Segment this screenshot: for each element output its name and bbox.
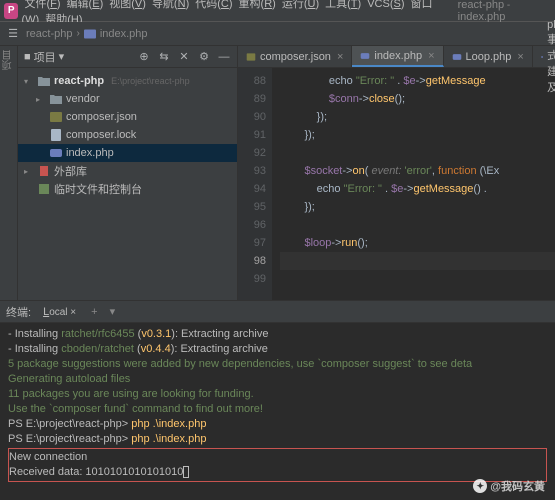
close-tab-icon: × bbox=[428, 50, 434, 62]
breadcrumb-project[interactable]: react-php bbox=[26, 28, 72, 40]
tree-node[interactable]: 临时文件和控制台 bbox=[18, 180, 237, 198]
window-title: react-php - index.php bbox=[458, 0, 551, 23]
project-sidebar: ■ 项目 ▾ ⊕ ⇆ ✕ ⚙ — ▾ react-phpE:\project\r… bbox=[18, 46, 238, 300]
terminal-title: 终端: bbox=[6, 304, 31, 320]
tree-node[interactable]: composer.json bbox=[18, 108, 237, 126]
terminal-panel: 终端: Local × + ▾ - Installing ratchet/rfc… bbox=[0, 300, 555, 500]
project-tree[interactable]: ▾ react-phpE:\project\react-php ▸ vendor… bbox=[18, 68, 237, 300]
tree-node[interactable]: index.php bbox=[18, 144, 237, 162]
menu-item[interactable]: 重构(R) bbox=[236, 0, 279, 12]
menu-item[interactable]: 文件(F) bbox=[21, 0, 63, 12]
menu-item[interactable]: 导航(N) bbox=[149, 0, 192, 12]
menu-item[interactable]: 代码(C) bbox=[192, 0, 235, 12]
terminal-output[interactable]: - Installing ratchet/rfc6455 (v0.3.1): E… bbox=[0, 323, 555, 500]
code-content[interactable]: echo "Error: " . $e->getMessage $conn->c… bbox=[272, 68, 555, 300]
editor-tab[interactable]: composer.json× bbox=[238, 46, 352, 67]
toolbar: ☰ react-php › index.php bbox=[0, 22, 555, 46]
sidebar-title: ■ 项目 ▾ bbox=[24, 49, 131, 65]
menubar: P 文件(F)编辑(E)视图(V)导航(N)代码(C)重构(R)运行(U)工具(… bbox=[0, 0, 555, 22]
editor-tabs: composer.json× index.php× Loop.php× php事… bbox=[238, 46, 555, 68]
watermark-icon: ✦ bbox=[473, 479, 487, 493]
menu-item[interactable]: VCS(S) bbox=[364, 0, 407, 12]
menu-item[interactable]: 运行(U) bbox=[279, 0, 322, 12]
terminal-tab-local[interactable]: Local × bbox=[37, 305, 82, 319]
editor-area: composer.json× index.php× Loop.php× php事… bbox=[238, 46, 555, 300]
editor-tab[interactable]: Loop.php× bbox=[444, 46, 533, 67]
code-editor[interactable]: 888990919293949596979899 echo "Error: " … bbox=[238, 68, 555, 300]
hide-icon[interactable]: — bbox=[217, 50, 231, 64]
tree-node[interactable]: ▸ 外部库 bbox=[18, 162, 237, 180]
sidebar-header: ■ 项目 ▾ ⊕ ⇆ ✕ ⚙ — bbox=[18, 46, 237, 68]
php-file-icon bbox=[84, 28, 96, 40]
close-tab-icon: × bbox=[337, 51, 343, 63]
app-logo: P bbox=[4, 3, 18, 19]
left-tool-rail: 项目 bbox=[0, 46, 18, 300]
terminal-dropdown-icon[interactable]: ▾ bbox=[107, 305, 119, 318]
breadcrumb: react-php › index.php bbox=[26, 28, 148, 40]
watermark: ✦ @我码玄黄 bbox=[473, 478, 545, 494]
menu-item[interactable]: 视图(V) bbox=[106, 0, 149, 12]
settings-icon[interactable]: ⚙ bbox=[197, 50, 211, 64]
tree-node[interactable]: composer.lock bbox=[18, 126, 237, 144]
menu-item[interactable]: 编辑(E) bbox=[64, 0, 107, 12]
collapse-icon[interactable]: ✕ bbox=[177, 50, 191, 64]
breadcrumb-file[interactable]: index.php bbox=[100, 28, 148, 40]
editor-tab[interactable]: php事件式搭建tcp及we× bbox=[533, 46, 555, 67]
project-tool-icon[interactable]: ☰ bbox=[6, 27, 20, 41]
new-terminal-icon[interactable]: + bbox=[88, 306, 100, 318]
menu-item[interactable]: 工具(T) bbox=[322, 0, 364, 12]
terminal-header: 终端: Local × + ▾ bbox=[0, 301, 555, 323]
editor-tab[interactable]: index.php× bbox=[352, 46, 443, 67]
select-opened-icon[interactable]: ⊕ bbox=[137, 50, 151, 64]
tree-node[interactable]: ▸ vendor bbox=[18, 90, 237, 108]
expand-all-icon[interactable]: ⇆ bbox=[157, 50, 171, 64]
close-tab-icon: × bbox=[517, 51, 523, 63]
line-gutter: 888990919293949596979899 bbox=[238, 68, 272, 300]
project-tab-vertical[interactable]: 项目 bbox=[1, 50, 16, 70]
tree-node[interactable]: ▾ react-phpE:\project\react-php bbox=[18, 72, 237, 90]
